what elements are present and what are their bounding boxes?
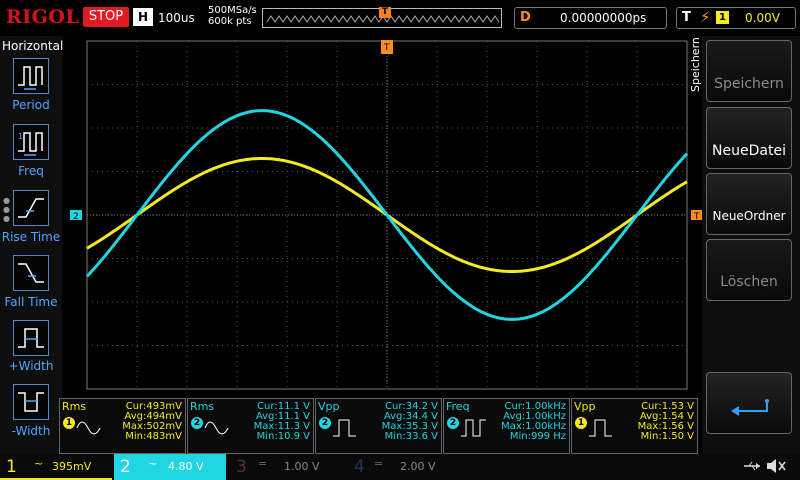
new-folder-label: NeueOrdner [712,209,786,223]
waveform-graticule: 2 T T [70,40,703,390]
rise-time-label: Rise Time [1,230,61,244]
sample-rate-value: 500MSa/s [208,5,257,16]
speaker-muted-icon [765,458,787,477]
scroll-dots-icon: ● ● ● [3,196,10,223]
measurement-panel[interactable]: Vpp 2 Cur:34.2 V Avg:34.4 V Max:35.3 V M… [315,398,442,454]
measurement-type: Vpp [574,400,596,413]
measurement-source-badge: 2 [319,417,331,429]
measurement-min: Min:1.50 V [640,431,694,442]
horizontal-mode-badge: H [133,8,153,26]
new-file-label: NeueDatei [712,143,786,159]
channel-number: 2 [120,457,131,477]
measurement-min: Min:10.9 V [256,431,310,442]
sine-wave-icon [204,421,229,435]
pos-width-label: +Width [8,359,54,373]
channel-scale: 2.00 V [400,460,436,473]
rising-edge-icon: ⚡ [700,8,711,26]
measurement-min: Min:483mV [125,431,182,442]
freq-icon: 1 [18,132,43,156]
measurement-type: Rms [190,400,215,413]
measurement-type: Rms [62,400,87,413]
period-label: Period [12,98,50,112]
measurement-min: Min:999 Hz [509,431,566,442]
measurement-panel[interactable]: Vpp 1 Cur:1.53 V Avg:1.54 V Max:1.56 V M… [571,398,698,454]
freq-button[interactable]: 1 [13,124,49,160]
fall-time-icon [18,263,44,283]
new-file-button[interactable]: NeueDatei [706,107,792,169]
left-menu-title: Horizontal [2,39,64,53]
pulse-wave-icon [589,419,612,437]
coupling-icon: = [374,457,384,470]
trigger-level-value: 0.00V [745,11,780,25]
waveform-display[interactable]: 2 T T [62,36,703,454]
speichern-button[interactable]: Speichern [706,40,792,102]
measurement-type: Vpp [318,400,340,413]
measurement-source-badge: 1 [63,417,75,429]
new-folder-button[interactable]: NeueOrdner [706,173,792,235]
channel-3-status[interactable]: 3 = 1.00 V [228,454,340,480]
freq-label: Freq [18,164,44,178]
pos-width-icon [18,328,44,348]
coupling-icon: ~ [34,457,44,470]
memory-depth-value: 600k pts [208,16,252,27]
pos-width-button[interactable] [13,320,49,356]
measurement-min: Min:33.6 V [384,431,438,442]
coupling-icon: = [258,457,268,470]
neg-width-label: -Width [11,424,51,438]
delay-tag: D [520,10,531,25]
channel-scale: 395mV [52,460,92,473]
fall-time-button[interactable] [13,255,49,291]
trigger-level-marker-label: T [693,212,700,222]
trigger-position-marker: T [379,7,391,18]
delete-button[interactable]: Löschen [706,239,792,301]
measurement-panel[interactable]: Rms 2 Cur:11.1 V Avg:11.1 V Max:11.3 V M… [187,398,314,454]
measurement-panel[interactable]: Rms 1 Cur:493mV Avg:494mV Max:502mV Min:… [59,398,186,454]
measurement-source-badge: 1 [575,417,587,429]
measurement-source-badge: 2 [447,417,459,429]
enter-icon [731,399,769,416]
coupling-icon: ~ [148,457,158,470]
rise-time-icon [18,198,44,218]
channel-number: 1 [6,457,17,477]
delay-value: 0.00000000ps [560,11,647,25]
svg-text:1: 1 [18,132,23,141]
enter-button[interactable] [706,372,792,434]
trigger-source-badge: 1 [716,11,729,24]
period-button[interactable] [13,58,49,94]
sine-wave-icon [76,421,101,435]
trigger-time-marker-label: T [383,43,390,53]
measurement-type: Freq [446,400,470,413]
channel-4-status[interactable]: 4 = 2.00 V [342,454,454,480]
pulse-wave-icon [333,419,356,437]
measurement-source-badge: 2 [191,417,203,429]
neg-width-icon [18,392,44,412]
speichern-label: Speichern [714,76,784,92]
channel-number: 4 [354,457,365,477]
rise-time-button[interactable] [13,190,49,226]
neg-width-button[interactable] [13,384,49,420]
usb-icon [742,459,762,476]
timebase-value: 100us [158,11,195,25]
period-icon [18,66,43,90]
pulse-wave-icon [461,419,486,437]
channel-scale: 4.80 V [168,460,204,473]
delete-label: Löschen [720,274,778,290]
brand-logo: RIGOL [6,6,80,28]
trigger-tag: T [682,10,691,25]
ch2-offset-marker-label: 2 [73,212,79,222]
channel-number: 3 [236,457,247,477]
right-menu-title: Speichern [689,37,702,92]
channel-scale: 1.00 V [284,460,320,473]
fall-time-label: Fall Time [4,295,58,309]
measurement-panel[interactable]: Freq 2 Cur:1.00kHz Avg:1.00kHz Max:1.00k… [443,398,570,454]
run-stop-indicator[interactable]: STOP [83,7,129,27]
channel-2-status[interactable]: 2 ~ 4.80 V [114,454,226,480]
channel-1-status[interactable]: 1 ~ 395mV [0,454,112,480]
